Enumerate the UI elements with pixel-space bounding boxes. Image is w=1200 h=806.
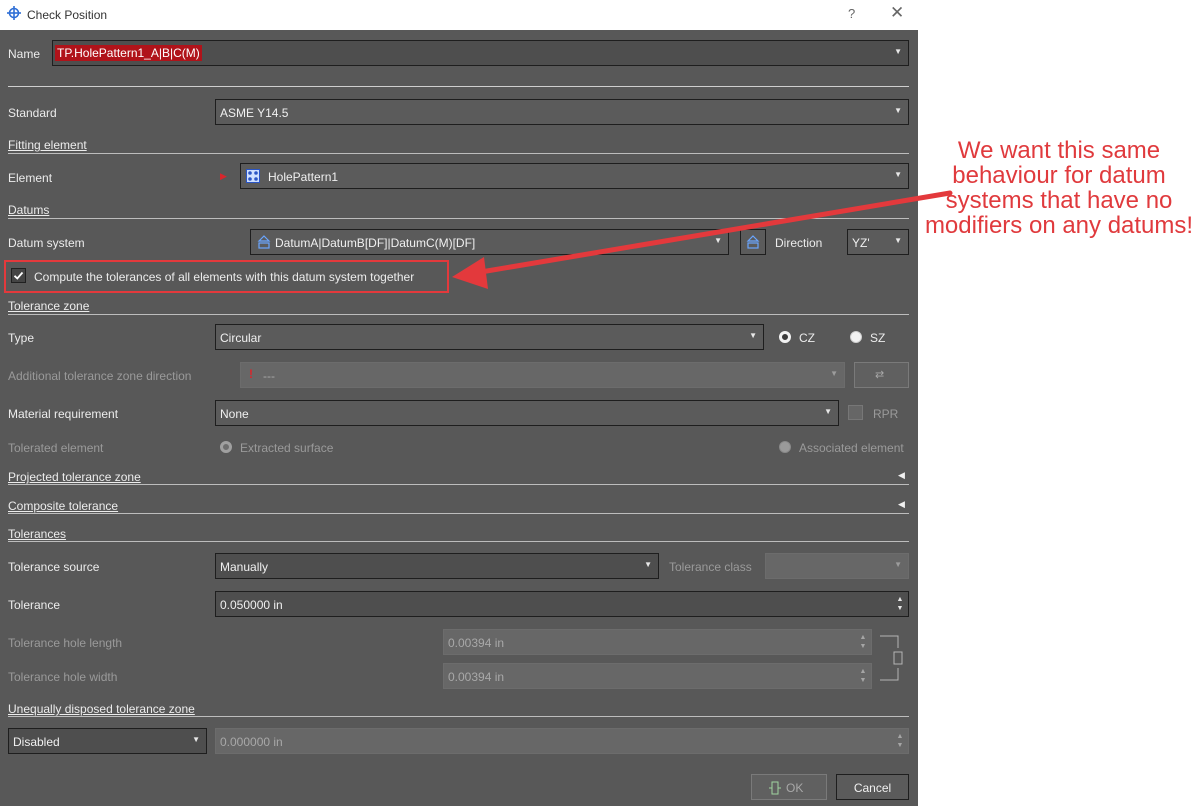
hole-length-label: Tolerance hole length — [8, 636, 123, 650]
tolerance-class-combobox[interactable]: ▼ — [765, 553, 909, 579]
close-button[interactable]: ✕ — [890, 3, 904, 23]
datum-system-label: Datum system — [8, 236, 85, 250]
section-unequal-zone: Unequally disposed tolerance zone — [8, 702, 195, 716]
position-crosshair-icon — [7, 6, 21, 20]
checkmark-icon — [13, 271, 24, 280]
associated-element-label: Associated element — [799, 441, 904, 455]
tolerance-source-combobox[interactable]: Manually ▼ — [215, 553, 659, 579]
check-position-dialog: Check Position ? ✕ Name TP.HolePattern1_… — [0, 0, 918, 806]
cz-radio[interactable] — [779, 331, 791, 343]
standard-label: Standard — [8, 106, 57, 120]
compute-together-checkbox[interactable] — [11, 268, 26, 283]
cz-label: CZ — [799, 331, 815, 345]
material-requirement-combobox[interactable]: None ▼ — [215, 400, 839, 426]
name-label: Name — [8, 47, 41, 61]
rpr-label: RPR — [873, 407, 899, 421]
expand-arrow-icon[interactable]: ◀ — [898, 499, 905, 510]
name-combobox[interactable]: TP.HolePattern1_A|B|C(M) ▼ — [52, 40, 909, 66]
sz-radio[interactable] — [850, 331, 862, 343]
section-composite-tolerance[interactable]: Composite tolerance — [8, 499, 118, 513]
tolerance-source-label: Tolerance source — [8, 560, 100, 574]
tolerance-value: 0.050000 in — [220, 598, 283, 612]
separator — [8, 153, 909, 154]
chevron-down-icon: ▼ — [749, 331, 757, 340]
sz-label: SZ — [870, 331, 886, 345]
type-label: Type — [8, 331, 35, 345]
separator — [8, 314, 909, 315]
datum-system-icon — [257, 235, 271, 249]
annotation-arrow-icon — [452, 190, 953, 289]
separator — [8, 513, 909, 514]
hole-pattern-icon — [246, 169, 260, 183]
hole-width-label: Tolerance hole width — [8, 670, 118, 684]
hole-length-spinbox[interactable]: 0.00394 in ▲ ▼ — [443, 629, 872, 655]
cancel-button[interactable]: Cancel — [836, 774, 909, 800]
section-projected-tolerance-zone[interactable]: Projected tolerance zone — [8, 470, 141, 484]
extracted-surface-label: Extracted surface — [240, 441, 334, 455]
ok-check-icon — [769, 781, 781, 795]
hole-length-value: 0.00394 in — [448, 636, 505, 650]
toleranced-element-label: Tolerated element — [8, 441, 104, 455]
type-value: Circular — [220, 331, 262, 345]
expand-arrow-icon[interactable]: ◀ — [898, 470, 905, 481]
additional-direction-label: Additional tolerance zone direction — [8, 369, 192, 383]
standard-value: ASME Y14.5 — [220, 106, 289, 120]
title-bar: Check Position ? ✕ — [0, 0, 918, 30]
section-tolerances: Tolerances — [8, 527, 67, 541]
unequal-amount-spinbox[interactable]: 0.000000 in ▲ ▼ — [215, 728, 909, 754]
material-requirement-value: None — [220, 407, 249, 421]
annotation-text: We want this same behaviour for datum sy… — [924, 137, 1194, 239]
tolerance-spinbox[interactable]: 0.050000 in ▲ ▼ — [215, 591, 909, 617]
compute-together-label[interactable]: Compute the tolerances of all elements w… — [34, 270, 414, 284]
chevron-down-icon: ▼ — [894, 106, 902, 115]
rpr-checkbox[interactable] — [848, 405, 863, 420]
chevron-down-icon: ▼ — [894, 170, 902, 179]
separator — [8, 484, 909, 485]
tolerance-label: Tolerance — [8, 598, 61, 612]
spin-arrows-icon[interactable]: ▲ ▼ — [859, 667, 867, 685]
type-combobox[interactable]: Circular ▼ — [215, 324, 764, 350]
unequal-amount-value: 0.000000 in — [220, 735, 283, 749]
associated-element-radio[interactable] — [779, 441, 791, 453]
pick-arrow-icon[interactable]: ▶ — [220, 171, 227, 182]
chevron-down-icon: ▼ — [830, 369, 838, 378]
window-title: Check Position — [27, 8, 108, 22]
spin-arrows-icon[interactable]: ▲ ▼ — [859, 633, 867, 651]
chevron-down-icon: ▼ — [894, 560, 902, 569]
section-datums: Datums — [8, 203, 50, 217]
material-requirement-label: Material requirement — [8, 407, 119, 421]
unequal-mode-combobox[interactable]: Disabled ▼ — [8, 728, 207, 754]
warning-icon: ! — [249, 367, 253, 381]
chevron-down-icon: ▼ — [192, 735, 200, 744]
unequal-mode-value: Disabled — [13, 735, 60, 749]
additional-direction-value: --- — [263, 369, 275, 383]
spin-arrows-icon[interactable]: ▲ ▼ — [896, 595, 904, 613]
standard-combobox[interactable]: ASME Y14.5 ▼ — [215, 99, 909, 125]
extracted-surface-radio[interactable] — [220, 441, 232, 453]
swap-arrows-icon: ⇄ — [875, 369, 885, 381]
name-value: TP.HolePattern1_A|B|C(M) — [55, 45, 202, 61]
separator — [8, 716, 909, 717]
hole-width-spinbox[interactable]: 0.00394 in ▲ ▼ — [443, 663, 872, 689]
ok-button[interactable]: OK — [751, 774, 827, 800]
tolerance-class-label: Tolerance class — [669, 560, 752, 574]
tolerance-source-value: Manually — [220, 560, 269, 574]
hole-width-value: 0.00394 in — [448, 670, 505, 684]
additional-direction-combobox[interactable]: ! --- ▼ — [240, 362, 845, 388]
help-button[interactable]: ? — [848, 6, 855, 21]
separator — [8, 541, 909, 542]
element-label: Element — [8, 171, 53, 185]
section-fitting-element: Fitting element — [8, 138, 87, 152]
element-value: HolePattern1 — [268, 170, 339, 184]
swap-direction-button[interactable]: ⇄ — [854, 362, 909, 388]
link-bracket-icon[interactable] — [878, 634, 908, 684]
cancel-label: Cancel — [853, 781, 892, 795]
separator — [8, 86, 909, 87]
section-tolerance-zone: Tolerance zone — [8, 299, 90, 313]
chevron-down-icon: ▼ — [824, 407, 832, 416]
spin-arrows-icon[interactable]: ▲ ▼ — [896, 732, 904, 750]
chevron-down-icon: ▼ — [894, 47, 902, 56]
ok-label: OK — [786, 781, 804, 795]
chevron-down-icon: ▼ — [644, 560, 652, 569]
